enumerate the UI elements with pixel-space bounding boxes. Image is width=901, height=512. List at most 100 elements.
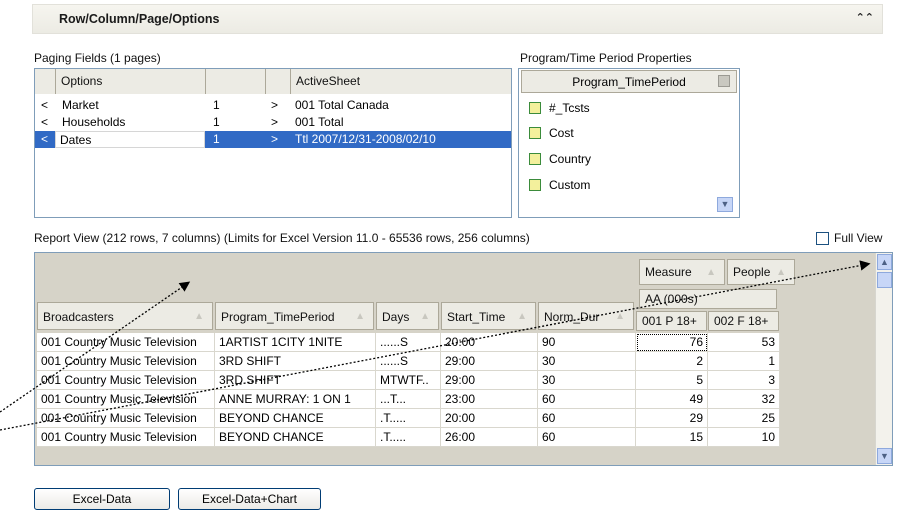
cell-norm-dur[interactable]: 60 (538, 409, 636, 428)
cell-days[interactable]: .T..... (376, 428, 441, 447)
cell-program[interactable]: 3RD SHIFT (215, 352, 376, 371)
cell-start-time[interactable]: 29:00 (441, 352, 538, 371)
cell-norm-dur[interactable]: 60 (538, 390, 636, 409)
paging-row-dates[interactable]: < Dates 1 > Ttl 2007/12/31-2008/02/10 (35, 131, 511, 148)
cell-p18[interactable]: 15 (636, 428, 708, 447)
page-prev-button[interactable]: < (41, 131, 48, 148)
double-chevron-up-icon[interactable]: ⌃⌃ (856, 11, 874, 24)
pivot-header-people-label: People (733, 265, 771, 279)
excel-data-chart-button[interactable]: Excel-Data+Chart (178, 488, 321, 510)
cell-days[interactable]: .T..... (376, 409, 441, 428)
table-row[interactable]: 001 Country Music Television ANNE MURRAY:… (35, 390, 876, 409)
col-header-label: Days (382, 310, 410, 324)
col-header-days[interactable]: Days ▲ (376, 302, 439, 330)
cell-start-time[interactable]: 20:00 (441, 409, 538, 428)
paging-header-options[interactable]: Options (55, 69, 205, 94)
cell-f18[interactable]: 32 (708, 390, 780, 409)
scroll-thumb[interactable] (877, 272, 892, 288)
paging-header-activesheet[interactable]: ActiveSheet (290, 69, 511, 94)
scroll-up-icon[interactable]: ▲ (877, 254, 892, 270)
cell-start-time[interactable]: 23:00 (441, 390, 538, 409)
scroll-down-icon[interactable]: ▼ (717, 197, 733, 212)
paging-active-value: 001 Total (295, 115, 344, 129)
report-view-grid[interactable]: Measure ▲ People ▲ AA (000s) Broadcasters ▲… (34, 252, 893, 466)
cell-f18[interactable]: 53 (708, 333, 780, 352)
table-row[interactable]: 001 Country Music Television BEYOND CHANC… (35, 428, 876, 447)
cell-days[interactable]: ......S (376, 333, 441, 352)
page-prev-button[interactable]: < (41, 97, 48, 114)
cell-start-time[interactable]: 26:00 (441, 428, 538, 447)
col-header-program[interactable]: Program_TimePeriod ▲ (215, 302, 374, 330)
paging-option-name-edit[interactable]: Dates (55, 131, 205, 148)
cell-start-time[interactable]: 20:00 (441, 333, 538, 352)
cell-f18[interactable]: 25 (708, 409, 780, 428)
cell-program[interactable]: BEYOND CHANCE (215, 428, 376, 447)
paging-header-count[interactable] (205, 69, 265, 94)
col-header-broadcasters[interactable]: Broadcasters ▲ (37, 302, 213, 330)
cell-broadcaster[interactable]: 001 Country Music Television (37, 409, 215, 428)
pivot-header-measure[interactable]: Measure ▲ (639, 259, 725, 285)
cell-norm-dur[interactable]: 60 (538, 428, 636, 447)
sort-icon[interactable] (718, 75, 730, 87)
paging-active-value: Ttl 2007/12/31-2008/02/10 (295, 132, 436, 146)
cell-p18[interactable]: 49 (636, 390, 708, 409)
section-header[interactable]: Row/Column/Page/Options ⌃⌃ (32, 4, 883, 34)
table-row[interactable]: 001 Country Music Television 3RD SHIFT...… (35, 352, 876, 371)
col-header-norm-dur[interactable]: Norm_Dur ▲ (538, 302, 634, 330)
page-next-button[interactable]: > (271, 114, 278, 131)
paging-fields-table[interactable]: Options ActiveSheet < Market 1 > 001 Tot… (34, 68, 512, 218)
cell-broadcaster[interactable]: 001 Country Music Television (37, 371, 215, 390)
paging-header-blank (35, 69, 55, 94)
cell-days[interactable]: MTWTF.. (376, 371, 441, 390)
col-header-label: Broadcasters (43, 310, 114, 324)
properties-column-header[interactable]: Program_TimePeriod (521, 70, 737, 93)
full-view-checkbox[interactable] (816, 232, 829, 245)
paging-option-count: 1 (213, 115, 220, 129)
properties-column-label: Program_TimePeriod (572, 75, 686, 89)
cell-program[interactable]: ANNE MURRAY: 1 ON 1 (215, 390, 376, 409)
scroll-down-icon[interactable]: ▼ (877, 448, 892, 464)
page-next-button[interactable]: > (271, 131, 278, 148)
col-header-start-time[interactable]: Start_Time ▲ (441, 302, 536, 330)
paging-active-value: 001 Total Canada (295, 98, 389, 112)
cell-start-time[interactable]: 29:00 (441, 371, 538, 390)
cell-f18[interactable]: 3 (708, 371, 780, 390)
cell-broadcaster[interactable]: 001 Country Music Television (37, 333, 215, 352)
page-prev-button[interactable]: < (41, 114, 48, 131)
cell-norm-dur[interactable]: 30 (538, 352, 636, 371)
cell-f18[interactable]: 10 (708, 428, 780, 447)
cell-broadcaster[interactable]: 001 Country Music Television (37, 390, 215, 409)
cell-p18[interactable]: 76 (636, 333, 708, 352)
property-item-label: #_Tcsts (549, 101, 590, 115)
cell-p18[interactable]: 5 (636, 371, 708, 390)
cell-broadcaster[interactable]: 001 Country Music Television (37, 352, 215, 371)
cell-p18[interactable]: 2 (636, 352, 708, 371)
col-header-label: Norm_Dur (544, 310, 600, 324)
cell-program[interactable]: 3RD SHIFT (215, 371, 376, 390)
cell-broadcaster[interactable]: 001 Country Music Television (37, 428, 215, 447)
cell-norm-dur[interactable]: 30 (538, 371, 636, 390)
cell-program[interactable]: BEYOND CHANCE (215, 409, 376, 428)
page-next-button[interactable]: > (271, 97, 278, 114)
cell-days[interactable]: ......S (376, 352, 441, 371)
program-properties-list[interactable]: Program_TimePeriod #_Tcsts Cost Country … (518, 68, 740, 218)
cell-norm-dur[interactable]: 90 (538, 333, 636, 352)
table-row[interactable]: 001 Country Music Television BEYOND CHANC… (35, 409, 876, 428)
excel-data-button[interactable]: Excel-Data (34, 488, 170, 510)
paging-row-households[interactable]: < Households 1 > 001 Total (35, 114, 511, 131)
paging-header-nav (265, 69, 290, 94)
table-row[interactable]: 001 Country Music Television 3RD SHIFT MTW… (35, 371, 876, 390)
cell-f18[interactable]: 1 (708, 352, 780, 371)
field-icon (529, 179, 541, 191)
cell-p18[interactable]: 29 (636, 409, 708, 428)
cell-program[interactable]: 1ARTIST 1CITY 1NITE (215, 333, 376, 352)
col-header-p18[interactable]: 001 P 18+ (636, 311, 707, 331)
paging-header-row: Options ActiveSheet (35, 69, 511, 94)
table-row[interactable]: 001 Country Music Television 1ARTIST 1CIT… (35, 333, 876, 352)
pivot-header-people[interactable]: People ▲ (727, 259, 795, 285)
paging-row-market[interactable]: < Market 1 > 001 Total Canada (35, 97, 511, 114)
col-header-label: Program_TimePeriod (221, 310, 335, 324)
report-vertical-scrollbar[interactable]: ▲ ▼ (875, 253, 892, 465)
col-header-f18[interactable]: 002 F 18+ (708, 311, 779, 331)
cell-days[interactable]: ...T... (376, 390, 441, 409)
